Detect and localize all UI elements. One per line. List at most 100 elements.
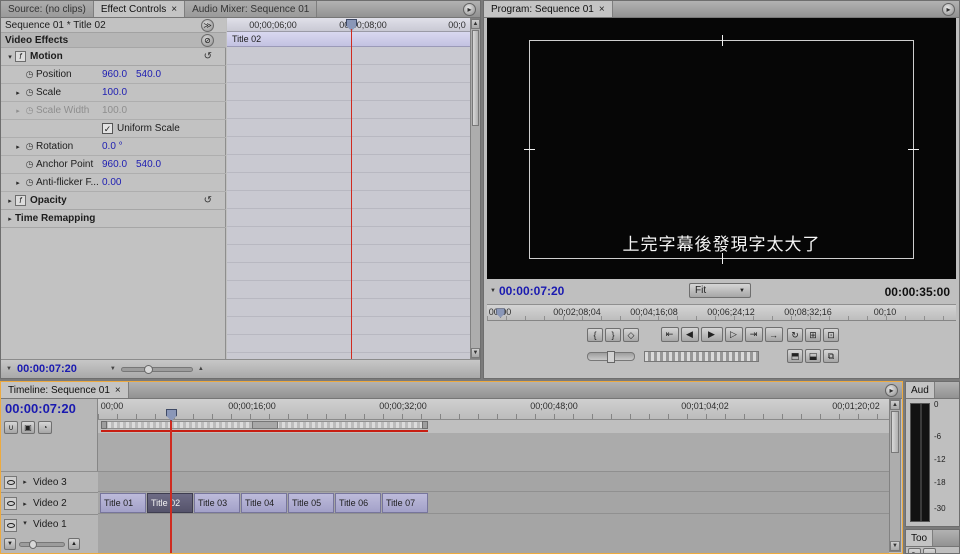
set-in-button[interactable]: { — [587, 328, 603, 342]
toggle-track-output-icon[interactable] — [4, 476, 17, 489]
track-header-video2[interactable]: ▸ Video 2 — [1, 492, 98, 514]
twirl-right-icon[interactable]: ▸ — [13, 179, 23, 187]
output-button[interactable]: ⊡ — [823, 328, 839, 342]
trim-button[interactable]: ⧉ — [823, 349, 839, 363]
twirl-down-icon[interactable]: ▾ — [20, 519, 30, 527]
shuttle-slider[interactable] — [587, 352, 635, 361]
ec-current-time[interactable]: 00:00:07:20 — [17, 363, 77, 375]
extract-button[interactable]: ⬓ — [805, 349, 821, 363]
scroll-down-icon[interactable]: ▼ — [890, 541, 900, 551]
close-icon[interactable]: × — [599, 4, 605, 15]
param-value[interactable]: 100.0 — [102, 87, 136, 98]
clip-title-04[interactable]: Title 04 — [241, 493, 287, 513]
param-value[interactable]: 0.00 — [102, 177, 136, 188]
tab-audio-mixer[interactable]: Audio Mixer: Sequence 01 — [185, 1, 317, 17]
uniform-scale-checkbox[interactable]: ✓ — [102, 123, 113, 134]
toggle-track-output-icon[interactable] — [4, 519, 17, 532]
timeline-zoom-slider[interactable] — [19, 542, 65, 547]
clip-title-01[interactable]: Title 01 — [100, 493, 146, 513]
program-current-time[interactable]: 00:00:07:20 — [499, 284, 564, 298]
twirl-right-icon[interactable]: ▸ — [13, 143, 23, 151]
work-area-bar[interactable] — [101, 421, 428, 429]
jog-wheel[interactable] — [644, 351, 759, 362]
set-out-button[interactable]: } — [605, 328, 621, 342]
razor-tool[interactable]: ▭ — [923, 548, 936, 554]
set-marker-button[interactable]: ◔ — [38, 421, 52, 434]
step-forward-button[interactable]: ▷ — [725, 327, 743, 342]
ec-vertical-scrollbar[interactable]: ▲ ▼ — [470, 18, 481, 359]
twirl-right-icon[interactable]: ▸ — [5, 197, 15, 205]
tab-timeline[interactable]: Timeline: Sequence 01 × — [1, 382, 129, 398]
loop-button[interactable]: ↻ — [787, 328, 803, 342]
scroll-thumb[interactable] — [472, 30, 479, 126]
selection-tool[interactable]: ↖ — [908, 548, 921, 554]
clip-title-06[interactable]: Title 06 — [335, 493, 381, 513]
work-area-end-handle[interactable] — [422, 421, 428, 429]
ec-clip-bar[interactable]: Title 02 — [227, 32, 470, 47]
effect-row-motion[interactable]: ▾ f Motion ↺ — [1, 48, 226, 66]
close-icon[interactable]: × — [171, 4, 177, 15]
param-value-x[interactable]: 960.0 — [102, 159, 136, 170]
twirl-right-icon[interactable]: ▸ — [20, 478, 30, 486]
lift-button[interactable]: ⬒ — [787, 349, 803, 363]
safe-margins-button[interactable]: ⊞ — [805, 328, 821, 342]
zoom-in-icon[interactable]: ▲ — [68, 538, 80, 550]
play-in-out-button[interactable]: → — [765, 327, 783, 342]
scroll-thumb[interactable] — [891, 411, 899, 453]
track-content-video1[interactable] — [98, 514, 889, 553]
clip-title-07[interactable]: Title 07 — [382, 493, 428, 513]
twirl-down-icon[interactable]: ▾ — [5, 53, 15, 61]
play-button[interactable]: ▶ — [701, 327, 723, 342]
close-icon[interactable]: × — [115, 385, 121, 396]
ec-keyframe-area[interactable] — [227, 47, 470, 359]
timecode-flyout-icon[interactable]: ▼ — [490, 288, 496, 294]
clip-title-05[interactable]: Title 05 — [288, 493, 334, 513]
scroll-down-icon[interactable]: ▼ — [471, 348, 480, 358]
toggle-track-output-icon[interactable] — [4, 497, 17, 510]
param-value-y[interactable]: 540.0 — [136, 159, 170, 170]
shuttle-handle[interactable] — [607, 351, 615, 363]
timeline-vertical-scrollbar[interactable]: ▲ ▼ — [889, 399, 901, 552]
work-area-start-handle[interactable] — [101, 421, 107, 429]
tab-tools[interactable]: Too — [906, 530, 933, 546]
ec-zoom-slider[interactable] — [121, 367, 193, 372]
effect-row-time-remapping[interactable]: ▸ Time Remapping — [1, 210, 226, 228]
timeline-current-time[interactable]: 00:00:07:20 — [5, 401, 76, 416]
effects-badge-icon[interactable]: ⊘ — [201, 34, 214, 47]
reset-effect-icon[interactable]: ↺ — [204, 195, 212, 206]
panel-menu-icon[interactable]: ▸ — [463, 3, 476, 16]
toggle-animation-icon[interactable]: ◷ — [23, 177, 36, 188]
clip-title-03[interactable]: Title 03 — [194, 493, 240, 513]
set-marker-button[interactable]: ◇ — [623, 328, 639, 342]
tab-program[interactable]: Program: Sequence 01 × — [484, 1, 613, 17]
work-area-center-handle[interactable] — [252, 421, 278, 429]
zoom-slider-handle[interactable] — [29, 540, 37, 549]
twirl-right-icon[interactable]: ▸ — [13, 89, 23, 97]
program-time-ruler[interactable]: 00;00 00;02;08;04 00;04;16;08 00;06;24;1… — [487, 304, 956, 321]
snap-button[interactable]: ∪ — [4, 421, 18, 434]
effect-enabled-icon[interactable]: f — [15, 195, 26, 206]
zoom-in-icon[interactable]: ▲ — [198, 366, 204, 372]
panel-menu-icon[interactable]: ▸ — [885, 384, 898, 397]
tab-effect-controls[interactable]: Effect Controls × — [94, 1, 185, 17]
effect-enabled-icon[interactable]: f — [15, 51, 26, 62]
twirl-right-icon[interactable]: ▸ — [5, 215, 15, 223]
panel-menu-icon[interactable]: ▸ — [942, 3, 955, 16]
program-video-display[interactable]: 上完字幕後發現字太大了 — [487, 18, 956, 279]
zoom-slider-handle[interactable] — [144, 365, 153, 374]
timeline-time-ruler[interactable]: 00;00 00;00;16;00 00;00;32;00 00;00;48;0… — [98, 399, 889, 420]
toggle-animation-icon[interactable]: ◷ — [23, 69, 36, 80]
zoom-out-icon[interactable]: ▼ — [4, 538, 16, 550]
zoom-level-select[interactable]: Fit ▼ — [689, 283, 751, 298]
effect-row-opacity[interactable]: ▸ f Opacity ↺ — [1, 192, 226, 210]
tab-audio-meters[interactable]: Aud — [906, 382, 935, 398]
goto-out-button[interactable]: ⇥ — [745, 327, 763, 342]
tab-source[interactable]: Source: (no clips) — [1, 1, 94, 17]
twirl-right-icon[interactable]: ▸ — [13, 107, 23, 115]
step-back-button[interactable]: ◀ — [681, 327, 699, 342]
track-content-video3[interactable] — [98, 471, 889, 492]
show-timeline-view-icon[interactable]: ≫ — [201, 19, 214, 32]
twirl-right-icon[interactable]: ▸ — [20, 500, 30, 508]
param-value-y[interactable]: 540.0 — [136, 69, 170, 80]
param-value-x[interactable]: 960.0 — [102, 69, 136, 80]
